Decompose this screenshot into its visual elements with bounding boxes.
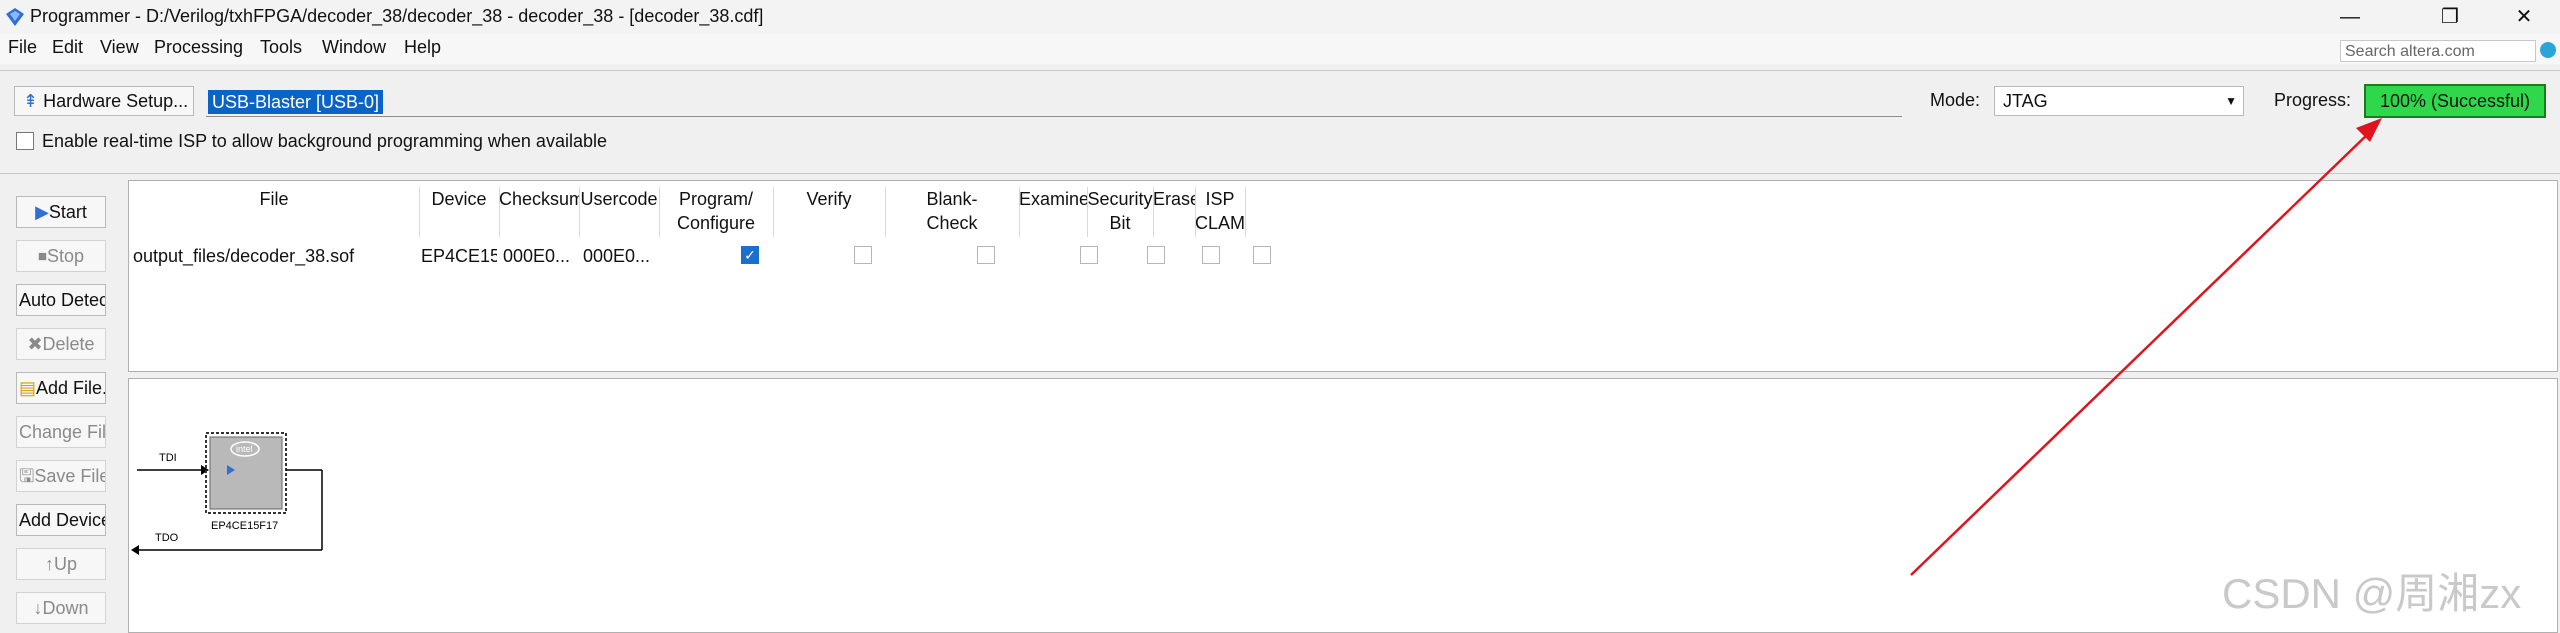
window-title: Programmer - D:/Verilog/txhFPGA/decoder_… <box>30 6 764 26</box>
jtag-chain-diagram: TDI intel TDO EP4CE15F17 <box>131 432 323 555</box>
mode-label: Mode: <box>1930 90 1981 110</box>
auto-detect-label: Auto Detect <box>19 290 106 310</box>
progress-text: 100% (Successful) <box>2379 91 2531 111</box>
down-label: Down <box>42 598 89 618</box>
menu-processing[interactable]: Processing <box>154 37 243 58</box>
hardware-setup-label: Hardware Setup... <box>43 91 189 111</box>
add-file-button[interactable]: ▤Add File... <box>16 372 106 404</box>
add-file-icon: ▤ <box>19 378 37 398</box>
add-device-button[interactable]: Add Device <box>16 504 106 536</box>
file-table: File Device Checksum Usercode Program/ C… <box>128 180 2558 372</box>
stop-button[interactable]: ⏹Stop <box>16 240 106 272</box>
column-header-blank-check[interactable]: Blank- Check <box>885 187 1020 237</box>
hardware-setup-icon: ⇞ <box>23 91 39 111</box>
blank-check-checkbox[interactable] <box>977 246 995 264</box>
stop-label: Stop <box>46 246 85 266</box>
column-header-isp-clamp[interactable]: ISP CLAMP <box>1195 187 1246 237</box>
erase-checkbox[interactable] <box>1202 246 1220 264</box>
menu-bar: File Edit View Processing Tools Window H… <box>0 34 2560 64</box>
isp-label: Enable real-time ISP to allow background… <box>42 131 607 151</box>
watermark: CSDN @周湘zx <box>2222 570 2522 617</box>
cell-checksum: 000E0... <box>503 246 571 266</box>
column-header-examine[interactable]: Examine <box>1019 187 1088 237</box>
jtag-chain-panel: TDI intel TDO EP4CE15F17 <box>128 378 2558 633</box>
column-header-checksum[interactable]: Checksum <box>499 187 580 237</box>
menu-help[interactable]: Help <box>404 37 441 58</box>
up-button[interactable]: ↑Up <box>16 548 106 580</box>
isp-clamp-checkbox[interactable] <box>1253 246 1271 264</box>
start-button[interactable]: ▶Start <box>16 196 106 228</box>
menu-tools[interactable]: Tools <box>260 37 302 58</box>
isp-checkbox[interactable] <box>16 132 34 150</box>
minimize-button[interactable]: — <box>2320 2 2380 32</box>
up-label: Up <box>53 554 77 574</box>
up-icon: ↑ <box>44 554 54 574</box>
save-file-label: Save File <box>34 466 106 486</box>
delete-icon: ✖ <box>27 334 43 354</box>
menu-edit[interactable]: Edit <box>52 37 83 58</box>
progress-label: Progress: <box>2274 90 2352 110</box>
column-header-verify[interactable]: Verify <box>773 187 886 237</box>
progress-bar: 100% (Successful) <box>2364 84 2546 118</box>
device-label: EP4CE15F17 <box>211 520 278 532</box>
column-header-device[interactable]: Device <box>419 187 500 237</box>
add-device-label: Add Device <box>19 510 106 530</box>
mode-select[interactable]: JTAG ▼ <box>1994 86 2244 116</box>
start-label: Start <box>48 202 87 222</box>
column-header-security-bit[interactable]: Security Bit <box>1087 187 1154 237</box>
programmer-app-icon <box>6 8 24 26</box>
column-header-program-configure[interactable]: Program/ Configure <box>659 187 774 237</box>
globe-icon[interactable] <box>2540 42 2556 58</box>
cell-file: output_files/decoder_38.sof <box>133 246 355 266</box>
save-file-button[interactable]: 🖫Save File <box>16 460 106 492</box>
chevron-down-icon: ▼ <box>2225 94 2237 108</box>
auto-detect-button[interactable]: Auto Detect <box>16 284 106 316</box>
save-file-icon: 🖫 <box>19 466 35 486</box>
menu-view[interactable]: View <box>100 37 139 58</box>
change-file-button[interactable]: Change File <box>16 416 106 448</box>
column-header-erase[interactable]: Erase <box>1153 187 1196 237</box>
cell-usercode: 000E0... <box>583 246 651 266</box>
add-file-label: Add File... <box>36 378 106 398</box>
verify-checkbox[interactable] <box>854 246 872 264</box>
menu-window[interactable]: Window <box>322 37 386 58</box>
fpga-chip-icon[interactable]: intel <box>205 432 287 514</box>
column-header-usercode[interactable]: Usercode <box>579 187 660 237</box>
mode-value: JTAG <box>2003 91 2048 111</box>
search-input[interactable]: Search altera.com <box>2340 40 2536 62</box>
tdo-arrow-icon <box>131 545 139 555</box>
start-icon: ▶ <box>35 202 49 222</box>
security-bit-checkbox[interactable] <box>1147 246 1165 264</box>
down-button[interactable]: ↓Down <box>16 592 106 624</box>
examine-checkbox[interactable] <box>1080 246 1098 264</box>
hardware-value: USB-Blaster [USB-0] <box>208 90 384 114</box>
delete-label: Delete <box>42 334 95 354</box>
title-bar: Programmer - D:/Verilog/txhFPGA/decoder_… <box>0 0 2560 34</box>
program-configure-checkbox[interactable]: ✓ <box>741 246 759 264</box>
cell-device: EP4CE15F17 <box>421 246 497 266</box>
menu-file[interactable]: File <box>8 37 37 58</box>
tdo-label: TDO <box>155 532 179 544</box>
chip-logo-text: intel <box>236 444 253 454</box>
hardware-setup-button[interactable]: ⇞ Hardware Setup... <box>14 86 194 116</box>
hardware-field[interactable]: USB-Blaster [USB-0] <box>206 88 1902 117</box>
delete-button[interactable]: ✖Delete <box>16 328 106 360</box>
tdi-label: TDI <box>159 452 177 464</box>
restore-button[interactable]: ❐ <box>2420 2 2480 32</box>
stop-icon: ⏹ <box>37 246 47 266</box>
column-header-file[interactable]: File <box>129 187 420 237</box>
change-file-label: Change File <box>19 422 106 442</box>
close-button[interactable]: ✕ <box>2494 2 2554 32</box>
